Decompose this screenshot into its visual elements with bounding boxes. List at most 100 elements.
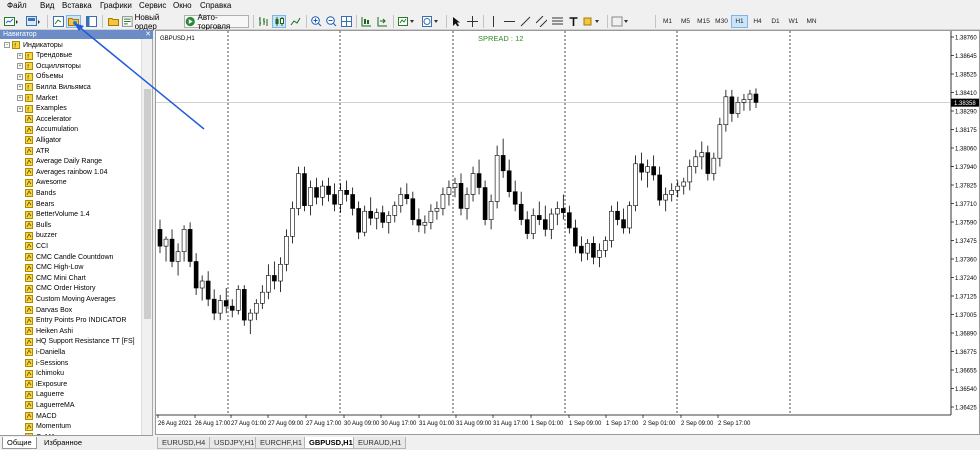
timeframe-w1[interactable]: W1 (785, 15, 802, 28)
terminal-button[interactable] (84, 15, 98, 28)
chart-window[interactable]: 1.38760 1.38645 1.38525 1.38410 1.38290 1.381… (155, 30, 980, 435)
navigator-indicator[interactable]: Laguerre (25, 390, 64, 400)
expand-icon[interactable]: + (17, 105, 23, 112)
auto-scroll-button[interactable] (359, 15, 373, 28)
timeframe-mn[interactable]: MN (803, 15, 820, 28)
chart-tab[interactable]: GBPUSD,H1 (304, 437, 358, 449)
candlestick-chart[interactable]: 1.38760 1.38645 1.38525 1.38410 1.38290 1.381… (156, 31, 979, 434)
expand-icon[interactable]: + (17, 63, 23, 70)
bar-chart-button[interactable] (256, 15, 270, 28)
navigator-indicator[interactable]: Bears (25, 199, 54, 209)
navigator-indicator[interactable]: CMC High-Low (25, 263, 83, 273)
menu-help[interactable]: Справка (200, 1, 231, 10)
navigator-indicator[interactable]: BetterVolume 1.4 (25, 210, 90, 220)
market-watch-button[interactable] (51, 15, 65, 28)
navigator-indicator[interactable]: CMC Order History (25, 284, 96, 294)
menu-insert[interactable]: Вставка (62, 1, 92, 10)
navigator-indicator[interactable]: Averages rainbow 1.04 (25, 167, 107, 177)
timeframe-m30[interactable]: M30 (713, 15, 730, 28)
navigator-indicator[interactable]: Entry Points Pro INDICATOR (25, 316, 126, 326)
tab-common[interactable]: Общие (2, 437, 37, 449)
navigator-indicator[interactable]: Bands (25, 188, 56, 198)
new-order-button[interactable]: Новый ордер (122, 13, 182, 31)
navigator-folder[interactable]: + f Билла Вильямса (17, 82, 91, 92)
strategy-tester-button[interactable] (106, 15, 120, 28)
new-chart-button[interactable] (3, 15, 21, 28)
navigator-indicator[interactable]: buzzer (25, 231, 57, 241)
expand-icon[interactable]: + (17, 95, 23, 101)
trendline-button[interactable] (518, 15, 532, 28)
indicators-button[interactable] (397, 15, 419, 28)
periods-button[interactable] (421, 15, 443, 28)
expand-icon[interactable]: + (17, 52, 23, 59)
cursor-tool-button[interactable] (449, 15, 463, 28)
navigator-indicator[interactable]: Ichimoku (25, 369, 64, 379)
navigator-indicator[interactable]: Accumulation (25, 125, 78, 135)
zoom-in-button[interactable] (309, 15, 323, 28)
close-icon[interactable]: ✕ (145, 30, 151, 39)
expand-icon[interactable]: + (17, 84, 23, 91)
menu-file[interactable]: Файл (7, 1, 27, 10)
crosshair-tool-button[interactable] (465, 15, 479, 28)
navigator-indicator[interactable]: iExposure (25, 379, 67, 389)
menu-view[interactable]: Вид (40, 1, 54, 10)
navigator-root-indicators[interactable]: − f Индикаторы (4, 40, 63, 50)
auto-trading-button[interactable]: Авто-торговля (184, 13, 249, 31)
navigator-folder[interactable]: + f Осцилляторы (17, 61, 81, 71)
navigator-indicator[interactable]: Awesome (25, 178, 67, 188)
navigator-folder[interactable]: + f Examples (17, 104, 67, 114)
tile-windows-button[interactable] (339, 15, 353, 28)
navigator-indicator[interactable]: Momentum (25, 422, 71, 432)
timeframe-m15[interactable]: M15 (695, 15, 712, 28)
menu-charts[interactable]: Графики (100, 1, 132, 10)
chart-tab[interactable]: EURCHF,H1 (255, 437, 308, 449)
navigator-indicator[interactable]: Heiken Ashi (25, 326, 73, 336)
chart-tab[interactable]: EURAUD,H1 (353, 437, 407, 449)
collapse-icon[interactable]: − (4, 42, 10, 48)
navigator-indicator[interactable]: i-Daniella (25, 347, 65, 357)
navigator-indicator[interactable]: HQ Support Resistance TT [FS] (25, 337, 135, 347)
navigator-indicator[interactable]: MACD (25, 411, 57, 421)
navigator-scrollbar[interactable] (141, 39, 152, 435)
timeframe-m5[interactable]: M5 (677, 15, 694, 28)
text-tool-button[interactable] (566, 15, 580, 28)
arrows-tool-button[interactable] (582, 15, 604, 28)
chart-tab[interactable]: EURUSD,H4 (157, 437, 211, 449)
timeframe-m1[interactable]: M1 (659, 15, 676, 28)
navigator-indicator[interactable]: i-Sessions (25, 358, 68, 368)
timeframe-h4[interactable]: H4 (749, 15, 766, 28)
navigator-folder[interactable]: + f Трендовые (17, 51, 72, 61)
fibonacci-button[interactable] (550, 15, 564, 28)
navigator-indicator[interactable]: CMC Mini Chart (25, 273, 86, 283)
navigator-indicator[interactable]: ATR (25, 146, 49, 156)
timeframe-h1[interactable]: H1 (731, 15, 748, 28)
profiles-button[interactable] (25, 15, 43, 28)
chart-shift-button[interactable] (375, 15, 389, 28)
navigator-indicator[interactable]: Accelerator (25, 114, 71, 124)
navigator-button[interactable] (66, 15, 81, 28)
scrollbar-thumb[interactable] (144, 89, 151, 319)
indicator-icon (25, 168, 33, 177)
navigator-indicator[interactable]: LaguerreMA (25, 400, 75, 410)
navigator-folder[interactable]: + f Объемы (17, 72, 63, 82)
equidistant-channel-button[interactable] (534, 15, 548, 28)
navigator-indicator[interactable]: CCI (25, 241, 48, 251)
candlestick-chart-button[interactable] (272, 15, 286, 28)
tab-favorites[interactable]: Избранное (40, 437, 86, 449)
zoom-out-button[interactable] (324, 15, 338, 28)
navigator-indicator[interactable]: Average Daily Range (25, 157, 102, 167)
navigator-indicator[interactable]: CMC Candle Countdown (25, 252, 113, 262)
menu-window[interactable]: Окно (173, 1, 192, 10)
menu-tools[interactable]: Сервис (139, 1, 166, 10)
navigator-indicator[interactable]: Custom Moving Averages (25, 294, 116, 304)
vertical-line-button[interactable] (486, 15, 500, 28)
expand-icon[interactable]: + (17, 73, 23, 80)
line-chart-button[interactable] (288, 15, 302, 28)
horizontal-line-button[interactable] (502, 15, 516, 28)
timeframe-d1[interactable]: D1 (767, 15, 784, 28)
navigator-indicator[interactable]: Alligator (25, 135, 61, 145)
navigator-folder[interactable]: + f Market (17, 93, 57, 103)
navigator-indicator[interactable]: Darvas Box (25, 305, 72, 315)
navigator-indicator[interactable]: Bulls (25, 220, 51, 230)
chart-tab[interactable]: USDJPY,H1 (209, 437, 260, 449)
